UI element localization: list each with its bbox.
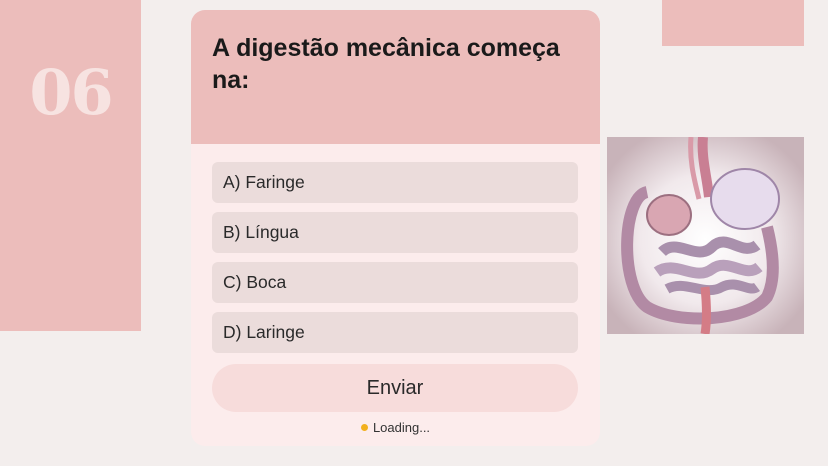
question-text: A digestão mecânica começa na:	[212, 34, 560, 94]
left-decorative-panel: 06	[0, 0, 141, 331]
digestive-system-illustration	[607, 137, 804, 334]
option-b[interactable]: B) Língua	[212, 212, 578, 253]
options-list: A) Faringe B) Língua C) Boca D) Laringe	[212, 162, 578, 362]
quiz-card: A digestão mecânica começa na: A) Faring…	[191, 10, 600, 446]
loading-text: Loading...	[372, 420, 431, 435]
submit-button[interactable]: Enviar	[212, 364, 578, 412]
option-c[interactable]: C) Boca	[212, 262, 578, 303]
loading-status: Loading...	[191, 420, 600, 435]
top-right-decorative-rect	[662, 0, 804, 46]
digestive-system-icon	[607, 137, 804, 334]
option-a[interactable]: A) Faringe	[212, 162, 578, 203]
option-d[interactable]: D) Laringe	[212, 312, 578, 353]
loading-dot-icon	[360, 424, 368, 431]
slide-number: 06	[29, 56, 113, 129]
question-header: A digestão mecânica começa na:	[191, 10, 600, 144]
